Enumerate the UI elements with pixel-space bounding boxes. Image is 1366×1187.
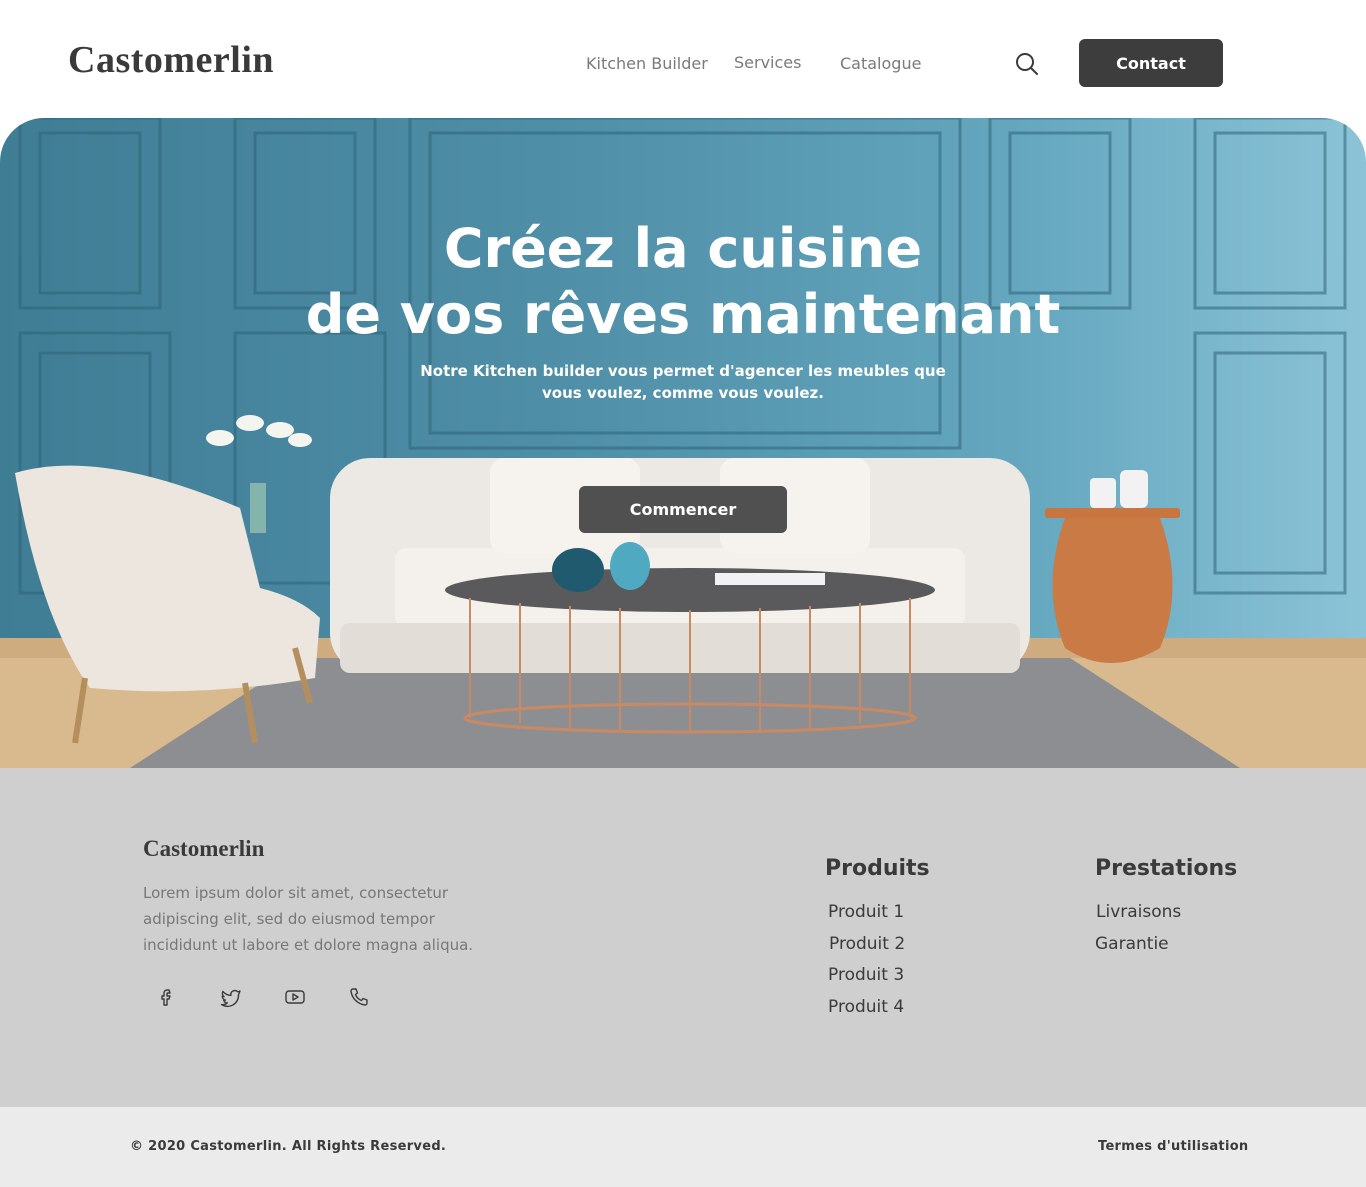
contact-button[interactable]: Contact [1079, 39, 1223, 87]
twitter-icon[interactable] [220, 986, 242, 1008]
youtube-icon[interactable] [284, 986, 306, 1008]
footer-link-produit-1[interactable]: Produit 1 [828, 902, 904, 922]
hero-subtitle: Notre Kitchen builder vous permet d'agen… [420, 362, 946, 402]
brand-logo[interactable]: Castomerlin [68, 38, 274, 82]
footer-link-garantie[interactable]: Garantie [1095, 934, 1169, 954]
search-icon[interactable] [1014, 51, 1040, 77]
copyright-text: © 2020 Castomerlin. All Rights Reserved. [130, 1139, 447, 1154]
footer-description: Lorem ipsum dolor sit amet, consectetur … [143, 884, 474, 954]
footer-link-livraisons[interactable]: Livraisons [1096, 902, 1181, 922]
terms-link[interactable]: Termes d'utilisation [1098, 1139, 1249, 1154]
phone-icon[interactable] [348, 986, 370, 1008]
footer-link-produit-3[interactable]: Produit 3 [828, 965, 904, 985]
nav-catalogue[interactable]: Catalogue [840, 54, 921, 73]
nav-kitchen-builder[interactable]: Kitchen Builder [586, 54, 708, 73]
footer-logo[interactable]: Castomerlin [143, 836, 264, 862]
bottom-bar: © 2020 Castomerlin. All Rights Reserved.… [0, 1107, 1366, 1187]
footer-produits-title: Produits [825, 856, 930, 881]
hero-banner: Créez la cuisine de vos rêves maintenant… [0, 118, 1366, 768]
footer-prestations-title: Prestations [1095, 856, 1238, 881]
nav-services[interactable]: Services [734, 53, 801, 72]
site-header: Castomerlin Kitchen Builder Services Cat… [0, 0, 1366, 118]
site-footer: Castomerlin Lorem ipsum dolor sit amet, … [0, 768, 1366, 1107]
footer-link-produit-4[interactable]: Produit 4 [828, 997, 904, 1017]
facebook-icon[interactable] [156, 986, 178, 1008]
footer-link-produit-2[interactable]: Produit 2 [829, 934, 905, 954]
hero-title: Créez la cuisine de vos rêves maintenant [0, 216, 1366, 348]
hero-title-line-1: Créez la cuisine [443, 217, 923, 280]
hero-title-line-2: de vos rêves maintenant [305, 283, 1061, 346]
start-button[interactable]: Commencer [579, 486, 787, 533]
